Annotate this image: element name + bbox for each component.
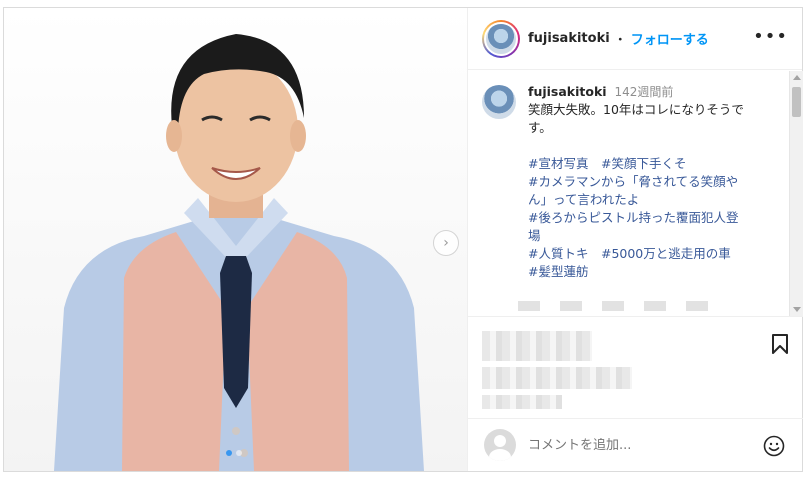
hashtags: #宣材写真 #笑顔下手くそ #カメラマンから「脅されてる笑顔や ん」って言われた… [528, 155, 787, 281]
follow-button[interactable]: フォローする [631, 29, 709, 48]
post-actions [468, 316, 803, 418]
carousel-dot [236, 450, 242, 456]
carousel-dot-active [226, 450, 232, 456]
caption-text-line: す。 [528, 120, 552, 135]
hashtag-line[interactable]: #カメラマンから「脅されてる笑顔や [528, 173, 787, 191]
hashtag-line[interactable]: #後ろからピストル持った覆面犯人登 [528, 209, 787, 227]
comment-input[interactable] [528, 437, 748, 453]
smiley-icon[interactable] [763, 435, 785, 457]
hashtag-line[interactable]: #髪型蓮舫 [528, 263, 787, 281]
more-horizontal-icon[interactable]: ••• [753, 28, 788, 46]
hashtag-line[interactable]: ん」って言われたよ [528, 191, 787, 209]
comments-scrollbar[interactable] [789, 71, 803, 316]
carousel-next-button[interactable]: › [433, 230, 459, 256]
hashtag-line[interactable]: 場 [528, 227, 787, 245]
blurred-comment-preview [518, 301, 708, 311]
header-username[interactable]: fujisakitoki [528, 31, 610, 46]
user-avatar-placeholder [484, 429, 516, 461]
scroll-up-arrow-icon[interactable] [793, 75, 801, 80]
scroll-down-arrow-icon[interactable] [793, 307, 801, 312]
post-header: fujisakitoki ・ フォローする ••• [468, 8, 802, 70]
caption: fujisakitoki 142週間前 笑顔大失敗。10年はコレになりそうで す… [482, 83, 787, 281]
hashtag-line[interactable]: #人質トキ #5000万と逃走用の車 [528, 245, 787, 263]
add-comment-bar [468, 418, 803, 471]
hashtag-line[interactable]: #宣材写真 #笑顔下手くそ [528, 155, 787, 173]
instagram-post: › fujisakitoki ・ フォローする ••• fujisakitoki [3, 7, 803, 472]
post-photo[interactable]: › [4, 8, 467, 471]
caption-text-line: 笑顔大失敗。10年はコレになりそうで [528, 102, 744, 117]
blurred-likes [482, 367, 632, 389]
post-side-panel: fujisakitoki ・ フォローする ••• fujisakitoki 1… [467, 8, 803, 471]
header-separator: ・ [613, 33, 627, 48]
caption-time[interactable]: 142週間前 [615, 85, 674, 99]
blurred-date [482, 395, 562, 409]
caption-username[interactable]: fujisakitoki [528, 84, 607, 99]
profile-avatar[interactable] [482, 19, 520, 58]
caption-avatar[interactable] [482, 85, 516, 119]
chevron-right-icon: › [443, 235, 449, 251]
portrait-illustration [4, 8, 467, 471]
carousel-dots [226, 450, 242, 456]
blurred-action-icons [482, 331, 592, 361]
scroll-thumb[interactable] [792, 87, 801, 117]
bookmark-icon[interactable] [771, 333, 789, 355]
comments-area: fujisakitoki 142週間前 笑顔大失敗。10年はコレになりそうで す… [468, 71, 803, 316]
